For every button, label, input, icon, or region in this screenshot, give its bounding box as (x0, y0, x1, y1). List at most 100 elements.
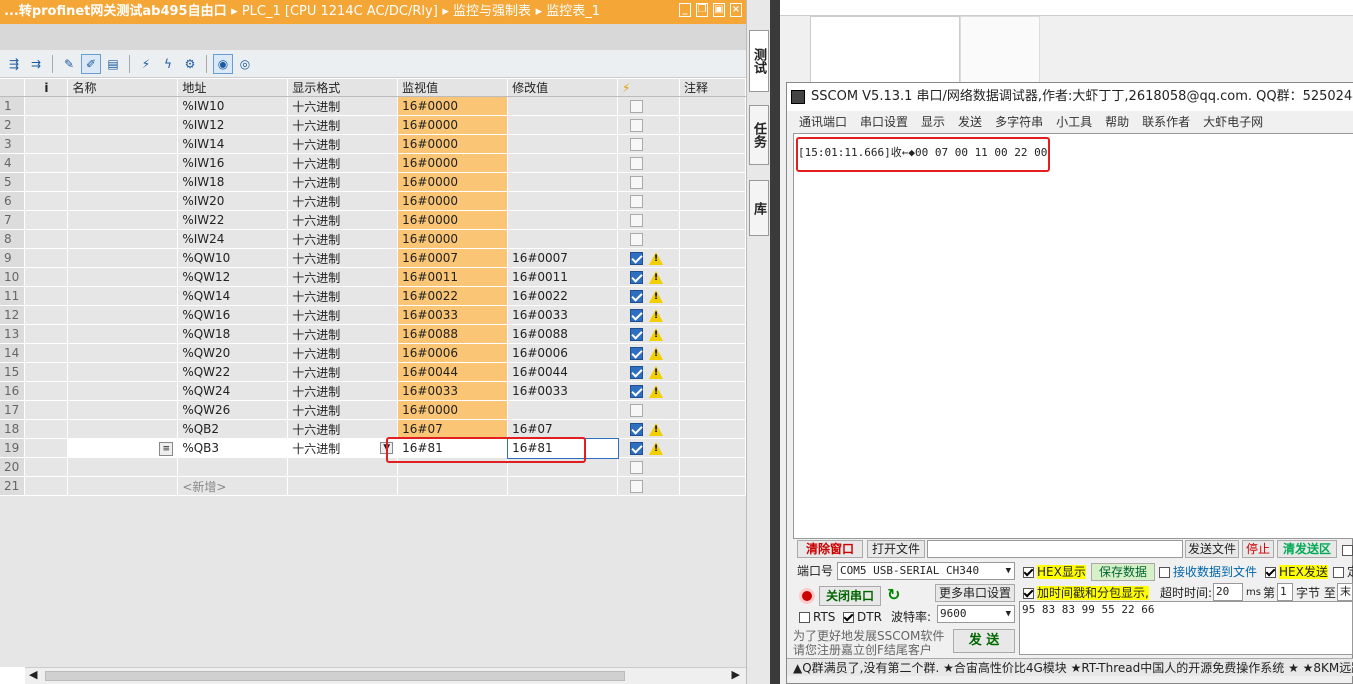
comment-cell[interactable] (679, 343, 746, 363)
menu-item[interactable]: 小工具 (1056, 111, 1092, 133)
edit-mode-icon[interactable]: ✐ (81, 53, 101, 74)
modify-checkbox[interactable] (630, 176, 643, 189)
force-icon[interactable]: ⚙ (180, 54, 200, 74)
name-cell[interactable] (67, 362, 179, 382)
send-button[interactable]: 发 送 (953, 629, 1015, 653)
address-cell[interactable]: %QW16 (177, 305, 289, 325)
col-modify[interactable]: 修改值 (507, 79, 618, 97)
more-port-settings-button[interactable]: 更多串口设置 (935, 584, 1015, 602)
close-port-button[interactable]: 关闭串口 (819, 586, 881, 606)
name-cell[interactable] (67, 248, 179, 268)
modify-cell[interactable]: 16#0007 (507, 248, 618, 268)
col-comment[interactable]: 注释 (679, 79, 746, 97)
table-row[interactable]: 10 %QW12 十六进制 16#0011 16#0011 (0, 267, 746, 287)
float-icon[interactable]: ▣ (713, 3, 725, 17)
modify-cell[interactable] (507, 476, 618, 496)
format-cell[interactable]: 十六进制 (287, 362, 399, 382)
address-cell[interactable]: %QB3 (177, 438, 289, 458)
modify-trigger-icon[interactable]: ϟ (158, 54, 178, 74)
hex-send-checkbox[interactable]: HEX发送 (1265, 564, 1328, 580)
name-cell[interactable] (67, 419, 179, 439)
menu-item[interactable]: 联系作者 (1142, 111, 1190, 133)
title-plc[interactable]: PLC_1 [CPU 1214C AC/DC/Rly] (242, 4, 438, 19)
table-row[interactable]: 9 %QW10 十六进制 16#0007 16#0007 (0, 248, 746, 268)
table-row[interactable]: 15 %QW22 十六进制 16#0044 16#0044 (0, 362, 746, 382)
scroll-left-icon[interactable]: ◀ (29, 668, 37, 681)
comment-cell[interactable] (679, 438, 746, 458)
format-icon[interactable]: ▤ (103, 54, 123, 74)
modify-cell[interactable]: 16#0011 (507, 267, 618, 287)
modify-checkbox-cell[interactable] (617, 96, 680, 116)
modify-checkbox-cell[interactable] (617, 362, 680, 382)
comment-cell[interactable] (679, 96, 746, 116)
rename-icon[interactable]: ✎ (59, 54, 79, 74)
timestamp-checkbox[interactable]: 加时间戳和分包显示, (1023, 585, 1149, 601)
modify-checkbox-cell[interactable] (617, 305, 680, 325)
menu-item[interactable]: 帮助 (1105, 111, 1129, 133)
modify-checkbox[interactable] (630, 252, 643, 265)
modify-checkbox[interactable] (630, 309, 643, 322)
menu-item[interactable]: 多字符串 (995, 111, 1043, 133)
comment-cell[interactable] (679, 134, 746, 154)
address-cell[interactable]: %QW14 (177, 286, 289, 306)
format-cell[interactable]: 十六进制 (287, 172, 399, 192)
modify-checkbox[interactable] (630, 233, 643, 246)
modify-checkbox[interactable] (630, 290, 643, 303)
modify-checkbox[interactable] (630, 157, 643, 170)
table-row[interactable]: 12 %QW16 十六进制 16#0033 16#0033 (0, 305, 746, 325)
table-row[interactable]: 6 %IW20 十六进制 16#0000 (0, 191, 746, 211)
format-cell[interactable]: 十六进制 (287, 210, 399, 230)
name-cell[interactable] (67, 134, 179, 154)
end-select[interactable]: 末 (1337, 583, 1353, 601)
format-cell[interactable]: 十六进制 (287, 343, 399, 363)
name-cell[interactable] (67, 96, 179, 116)
address-cell[interactable]: %IW10 (177, 96, 289, 116)
comment-cell[interactable] (679, 267, 746, 287)
modify-cell[interactable] (507, 134, 618, 154)
modify-checkbox-cell[interactable] (617, 248, 680, 268)
col-index[interactable]: i (24, 79, 69, 97)
name-cell[interactable] (67, 343, 179, 363)
format-cell[interactable]: 十六进制 (287, 381, 399, 401)
monitor-once-icon[interactable]: ◎ (235, 54, 255, 74)
address-cell[interactable]: %QW20 (177, 343, 289, 363)
insert-row-icon[interactable]: ⇶ (4, 54, 24, 74)
comment-cell[interactable] (679, 457, 746, 477)
comment-cell[interactable] (679, 305, 746, 325)
name-cell[interactable] (67, 267, 179, 287)
rts-checkbox[interactable]: RTS (799, 609, 835, 625)
address-cell[interactable]: %QB2 (177, 419, 289, 439)
address-cell[interactable] (177, 457, 289, 477)
name-cell[interactable] (67, 400, 179, 420)
format-cell[interactable]: 十六进制 (287, 248, 399, 268)
modify-checkbox[interactable] (630, 461, 643, 474)
format-cell[interactable]: 十六进制 (287, 191, 399, 211)
baud-select[interactable]: 9600 ▼ (937, 605, 1015, 623)
modify-cell[interactable]: 16#0088 (507, 324, 618, 344)
table-row[interactable]: 5 %IW18 十六进制 16#0000 (0, 172, 746, 192)
table-row[interactable]: 14 %QW20 十六进制 16#0006 16#0006 (0, 343, 746, 363)
address-cell[interactable]: %QW18 (177, 324, 289, 344)
modify-checkbox-cell[interactable] (617, 343, 680, 363)
scroll-right-icon[interactable]: ▶ (732, 668, 740, 681)
name-cell[interactable]: ≡ (67, 438, 179, 458)
modify-checkbox-cell[interactable] (617, 438, 680, 458)
modify-cell[interactable] (507, 400, 618, 420)
menu-item[interactable]: 大虾电子网 (1203, 111, 1263, 133)
comment-cell[interactable] (679, 400, 746, 420)
table-row[interactable]: 20 (0, 457, 746, 477)
close-icon[interactable]: × (730, 3, 742, 17)
modify-checkbox[interactable] (630, 423, 643, 436)
format-cell[interactable]: 十六进制 (287, 305, 399, 325)
address-cell[interactable]: %IW16 (177, 153, 289, 173)
format-cell[interactable]: 十六进制 (287, 96, 399, 116)
send-input[interactable]: 95 83 83 99 55 22 66 (1019, 601, 1353, 655)
table-row[interactable]: 3 %IW14 十六进制 16#0000 (0, 134, 746, 154)
col-lightning-icon[interactable]: ⚡ (617, 79, 680, 97)
name-cell[interactable] (67, 457, 179, 477)
modify-checkbox[interactable] (630, 214, 643, 227)
address-cell[interactable]: %QW12 (177, 267, 289, 287)
send-file-button[interactable]: 发送文件 (1185, 540, 1239, 558)
table-row[interactable]: 16 %QW24 十六进制 16#0033 16#0033 (0, 381, 746, 401)
modify-checkbox[interactable] (630, 271, 643, 284)
